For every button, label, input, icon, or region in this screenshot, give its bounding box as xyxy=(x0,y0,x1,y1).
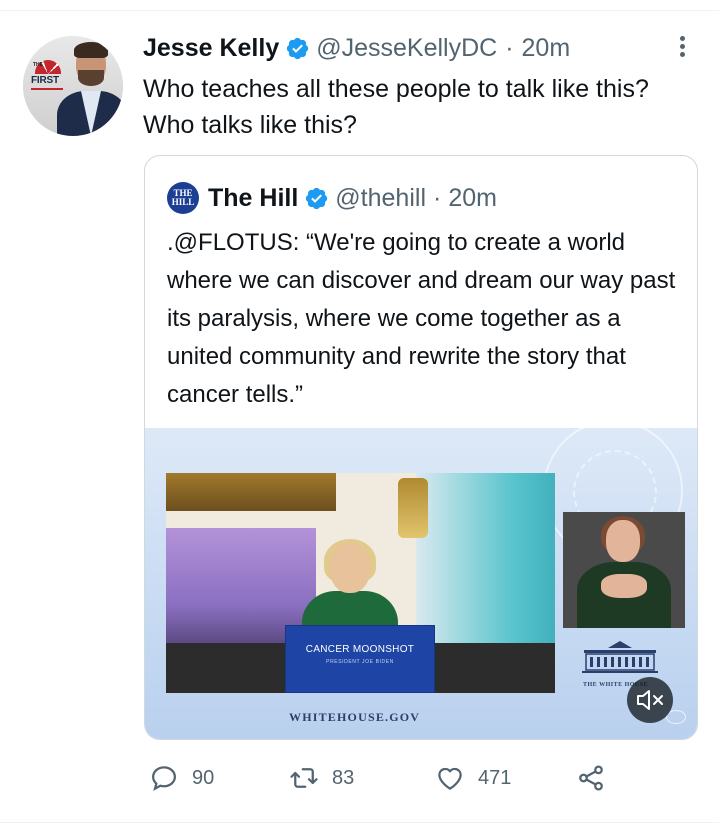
quoted-tweet-header: THE HILL The Hill @thehill · 20m xyxy=(167,182,497,214)
top-divider xyxy=(0,10,719,11)
video-frame-speaker: CANCER MOONSHOT PRESIDENT JOE BIDEN xyxy=(166,473,555,693)
podium-sign: CANCER MOONSHOT PRESIDENT JOE BIDEN xyxy=(285,625,435,693)
retweet-button[interactable]: 83 xyxy=(289,760,354,796)
tweet-action-bar: 90 83 471 xyxy=(0,760,719,796)
bottom-divider xyxy=(0,822,719,823)
separator-dot: · xyxy=(505,33,514,62)
more-vertical-icon[interactable] xyxy=(675,34,689,60)
sign-language-interpreter xyxy=(563,512,685,628)
volume-muted-icon[interactable] xyxy=(627,677,673,723)
share-button[interactable] xyxy=(576,760,619,796)
verified-badge-icon xyxy=(304,186,329,211)
separator-dot: · xyxy=(433,183,442,212)
author-handle[interactable]: @JesseKellyDC xyxy=(316,34,497,63)
reply-button[interactable]: 90 xyxy=(149,760,214,796)
quoted-author-name: The Hill xyxy=(208,183,299,212)
reply-icon xyxy=(151,766,177,791)
author-name[interactable]: Jesse Kelly xyxy=(143,34,279,63)
verified-badge-icon xyxy=(285,36,310,61)
quoted-timestamp: 20m xyxy=(448,183,497,212)
quoted-video[interactable]: CANCER MOONSHOT PRESIDENT JOE BIDEN THE … xyxy=(145,428,697,739)
quoted-author-handle: @thehill xyxy=(335,183,426,212)
reply-count: 90 xyxy=(192,766,215,789)
like-count: 471 xyxy=(478,766,512,789)
like-button[interactable]: 471 xyxy=(435,760,511,796)
white-house-icon xyxy=(582,640,658,674)
tweet-text: Who teaches all these people to talk lik… xyxy=(143,75,649,139)
author-avatar[interactable]: THE FIRST xyxy=(23,36,123,136)
like-icon xyxy=(438,767,462,790)
quoted-tweet-text: .@FLOTUS: “We're going to create a world… xyxy=(167,229,676,408)
quoted-tweet-card[interactable]: THE HILL The Hill @thehill · 20m .@FLOTU… xyxy=(144,155,698,740)
the-first-logo: THE FIRST xyxy=(29,60,65,104)
tweet-timestamp[interactable]: 20m xyxy=(522,34,571,63)
tweet-header: Jesse Kelly @JesseKellyDC · 20m xyxy=(143,33,570,63)
the-hill-logo: THE HILL xyxy=(167,182,199,214)
whitehouse-url-caption: WHITEHOUSE.GOV xyxy=(289,710,421,724)
retweet-count: 83 xyxy=(332,766,355,789)
retweet-icon xyxy=(290,768,318,788)
share-icon xyxy=(579,765,603,791)
